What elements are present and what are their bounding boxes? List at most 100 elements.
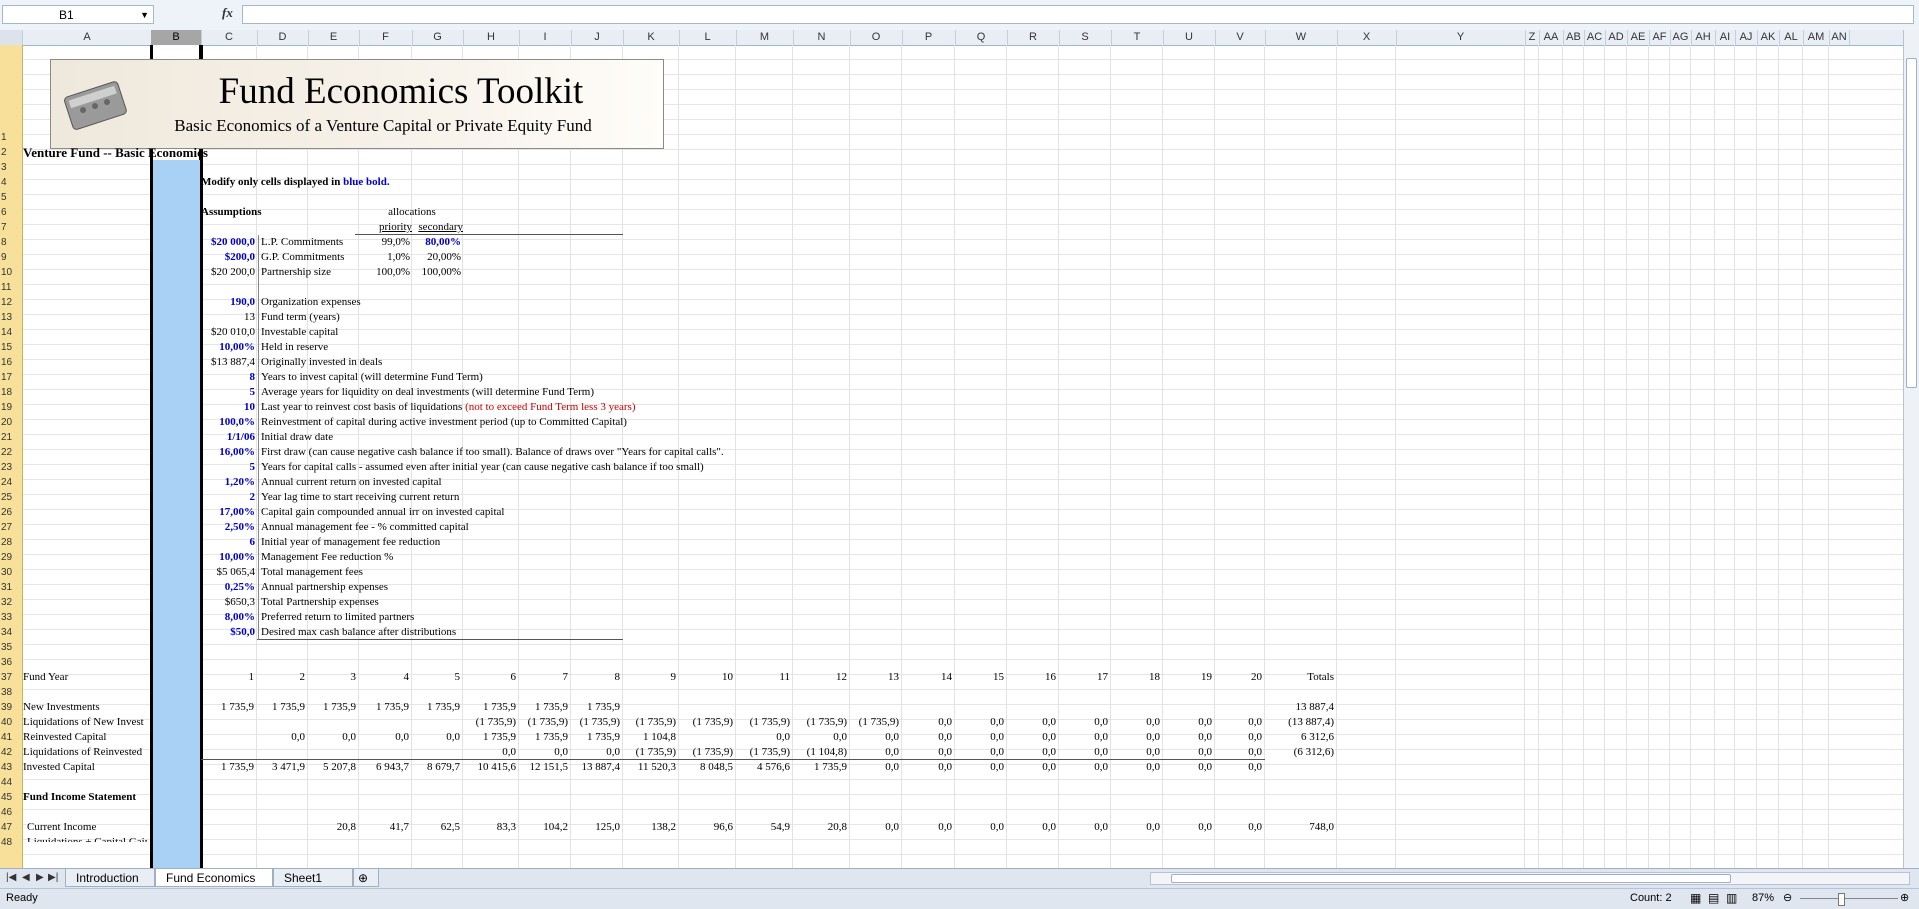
column-header-ac[interactable]: AC (1584, 30, 1606, 45)
commitment-secondary[interactable]: 100,00% (412, 265, 461, 280)
table-row-label[interactable]: Liquidations of Reinvested (23, 745, 153, 760)
assumption-value[interactable]: 5 (201, 460, 256, 475)
assumption-label[interactable]: Total Partnership expenses (261, 595, 379, 610)
table-value[interactable]: 1 735,9 (201, 760, 254, 775)
fund-year[interactable]: 7 (519, 670, 569, 685)
table-value[interactable]: 0,0 (955, 730, 1004, 745)
commitment-label[interactable]: G.P. Commitments (261, 250, 344, 265)
row-header-13[interactable]: 13 (0, 310, 22, 325)
table-value[interactable]: 0,0 (1163, 745, 1212, 760)
column-header-aa[interactable]: AA (1539, 30, 1564, 45)
current-income-value[interactable]: 0,0 (1111, 820, 1160, 835)
column-header-m[interactable]: M (736, 30, 794, 45)
column-header-x[interactable]: X (1337, 30, 1397, 45)
table-value[interactable]: 1 735,9 (519, 700, 568, 715)
column-header-o[interactable]: O (850, 30, 903, 45)
table-value[interactable]: 0,0 (1007, 760, 1056, 775)
table-value[interactable]: 1 104,8 (623, 730, 676, 745)
assumption-value[interactable]: 0,25% (201, 580, 255, 595)
table-value[interactable]: 8 679,7 (412, 760, 460, 775)
table-value[interactable]: 1 735,9 (571, 730, 620, 745)
assumption-label[interactable]: Organization expenses (261, 295, 361, 310)
fund-year[interactable]: 18 (1111, 670, 1160, 685)
column-header-i[interactable]: I (519, 30, 572, 45)
assumption-value[interactable]: 2,50% (201, 520, 255, 535)
table-value[interactable]: (1 735,9) (679, 745, 733, 760)
table-total[interactable]: (6 312,6) (1265, 745, 1334, 760)
commitment-secondary[interactable]: 20,00% (412, 250, 461, 265)
row-header-12[interactable]: 12 (0, 295, 22, 310)
table-value[interactable]: 1 735,9 (463, 700, 516, 715)
table-value[interactable]: 0,0 (1163, 715, 1212, 730)
assumption-value[interactable]: $5 065,4 (201, 565, 256, 580)
current-income-value[interactable]: 0,0 (902, 820, 952, 835)
table-value[interactable]: 0,0 (902, 745, 952, 760)
table-row-label[interactable]: Invested Capital (23, 760, 153, 775)
allocations-label[interactable]: allocations (359, 205, 465, 220)
current-income-label[interactable]: Current Income (27, 820, 96, 835)
table-value[interactable]: 0,0 (1215, 715, 1262, 730)
assumption-label[interactable]: Originally invested in deals (261, 355, 382, 370)
column-header-b[interactable]: B (151, 30, 202, 45)
current-income-value[interactable]: 0,0 (1059, 820, 1108, 835)
liquidations-capital-gain-label[interactable]: Liquidations + Capital Gain (27, 835, 147, 842)
current-income-value[interactable]: 0,0 (955, 820, 1004, 835)
worksheet-grid[interactable]: Fund Economics Toolkit Basic Economics o… (23, 45, 1903, 868)
row-header-15[interactable]: 15 (0, 340, 22, 355)
table-value[interactable]: 0,0 (308, 730, 356, 745)
table-value[interactable]: 0,0 (902, 760, 952, 775)
row-header-37[interactable]: 37 (0, 670, 22, 685)
assumption-label[interactable]: Desired max cash balance after distribut… (261, 625, 456, 640)
priority-label[interactable]: priority (355, 220, 412, 235)
assumption-value[interactable]: 8,00% (201, 610, 255, 625)
row-header-47[interactable]: 47 (0, 820, 22, 835)
assumption-value[interactable]: 5 (201, 385, 256, 400)
assumption-label[interactable]: Year lag time to start receiving current… (261, 490, 459, 505)
column-header-a[interactable]: A (23, 30, 152, 45)
row-header-48[interactable]: 48 (0, 835, 22, 850)
table-value[interactable]: 0,0 (1111, 730, 1160, 745)
assumption-value[interactable]: 10,00% (201, 340, 255, 355)
table-value[interactable]: 0,0 (359, 730, 409, 745)
column-header-p[interactable]: P (902, 30, 956, 45)
table-value[interactable]: 3 471,9 (257, 760, 305, 775)
fund-year[interactable]: 1 (201, 670, 255, 685)
row-header-46[interactable]: 46 (0, 805, 22, 820)
column-header-l[interactable]: L (679, 30, 737, 45)
fund-year[interactable]: 16 (1007, 670, 1056, 685)
tab-fund-economics[interactable]: Fund Economics (155, 869, 273, 887)
row-header-6[interactable]: 6 (0, 205, 22, 220)
row-header-2[interactable]: 2 (0, 145, 22, 160)
table-value[interactable]: 0,0 (257, 730, 305, 745)
assumption-value[interactable]: 10 (201, 400, 255, 415)
vertical-scrollbar[interactable] (1903, 30, 1919, 868)
assumption-value[interactable]: 17,00% (201, 505, 255, 520)
table-value[interactable]: (1 104,8) (793, 745, 847, 760)
fund-year[interactable]: 9 (623, 670, 677, 685)
assumption-label[interactable]: Years for capital calls - assumed even a… (261, 460, 704, 475)
assumption-value[interactable]: 6 (201, 535, 256, 550)
fund-year[interactable]: 14 (902, 670, 952, 685)
row-header-30[interactable]: 30 (0, 565, 22, 580)
row-header-7[interactable]: 7 (0, 220, 22, 235)
table-value[interactable]: 12 151,5 (519, 760, 569, 775)
table-value[interactable]: 0,0 (1111, 745, 1160, 760)
table-value[interactable]: 0,0 (955, 745, 1004, 760)
current-income-value[interactable]: 83,3 (463, 820, 516, 835)
table-value[interactable]: 8 048,5 (679, 760, 733, 775)
vertical-scroll-thumb[interactable] (1906, 58, 1917, 388)
column-header-t[interactable]: T (1111, 30, 1164, 45)
assumption-value[interactable]: 190,0 (201, 295, 255, 310)
column-header-ah[interactable]: AH (1691, 30, 1716, 45)
assumption-label[interactable]: Reinvestment of capital during active in… (261, 415, 627, 430)
zoom-level[interactable]: 87% (1752, 892, 1774, 904)
zoom-out-icon[interactable]: ⊖ (1783, 891, 1792, 904)
fund-year[interactable]: 20 (1215, 670, 1262, 685)
assumption-value[interactable]: 100,0% (201, 415, 255, 430)
first-sheet-icon[interactable]: |◀ (6, 872, 16, 883)
column-header-ad[interactable]: AD (1605, 30, 1628, 45)
assumption-value[interactable]: 1/1/06 (201, 430, 255, 445)
fund-year[interactable]: 11 (736, 670, 790, 685)
insert-sheet-icon[interactable]: ⊕ (353, 869, 379, 887)
table-value[interactable]: 0,0 (519, 745, 568, 760)
